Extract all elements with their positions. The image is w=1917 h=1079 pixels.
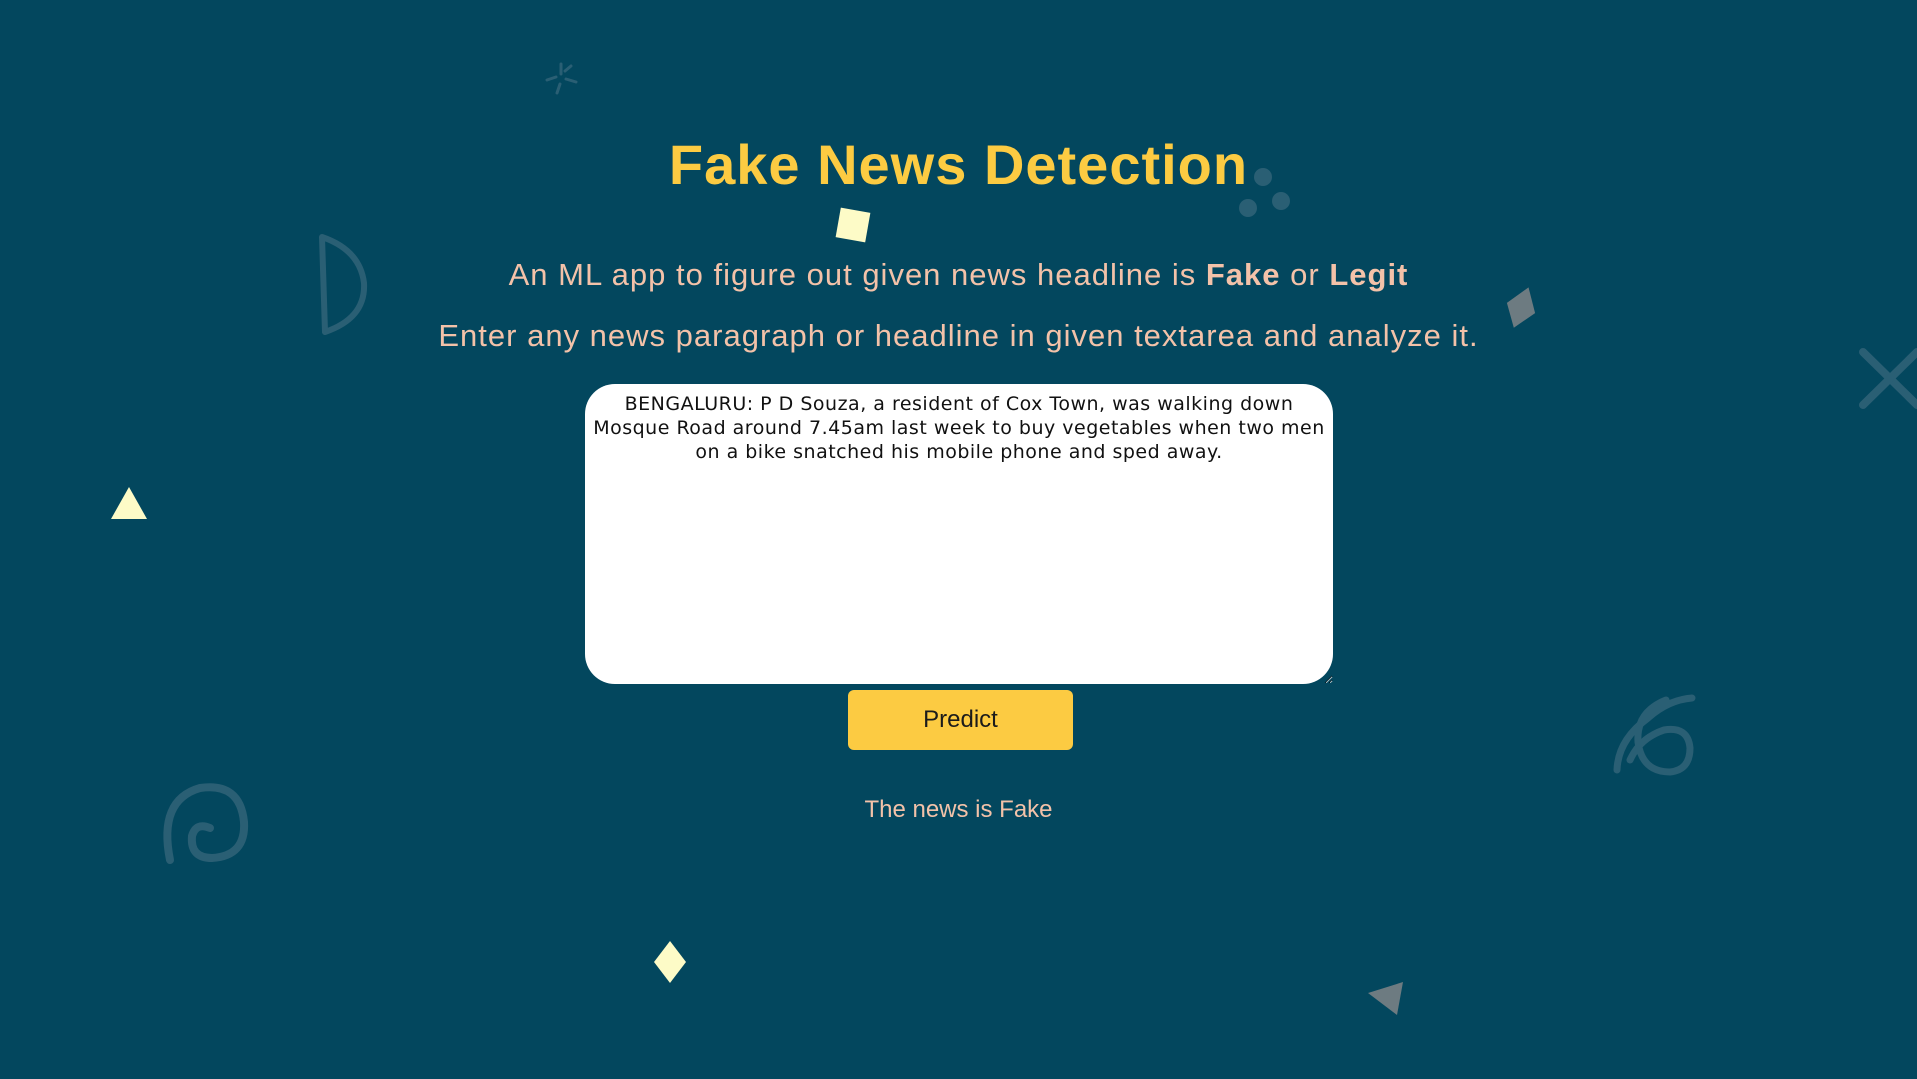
- sparkle-icon: [545, 62, 578, 95]
- x-cross-icon: [1859, 348, 1917, 409]
- subtitle-legit-word: Legit: [1329, 257, 1409, 292]
- predict-button[interactable]: Predict: [848, 690, 1073, 750]
- subtitle-fake-word: Fake: [1205, 257, 1281, 292]
- grey-triangle-icon: [1368, 982, 1403, 1015]
- page-title: Fake News Detection: [668, 133, 1249, 196]
- prediction-result: The news is Fake: [864, 796, 1053, 823]
- cream-triangle-icon: [111, 487, 147, 519]
- cream-diamond-icon: [654, 941, 686, 983]
- instruction-text: Enter any news paragraph or headline in …: [438, 318, 1479, 353]
- loop-squiggle-icon: [1613, 694, 1696, 776]
- subtitle-text: An ML app to figure out given news headl…: [508, 257, 1206, 292]
- subtitle-or-word: or: [1280, 257, 1330, 292]
- cream-square-icon: [835, 207, 871, 243]
- news-textarea[interactable]: BENGALURU: P D Souza, a resident of Cox …: [585, 384, 1333, 684]
- page-subtitle: An ML app to figure out given news headl…: [0, 252, 1917, 298]
